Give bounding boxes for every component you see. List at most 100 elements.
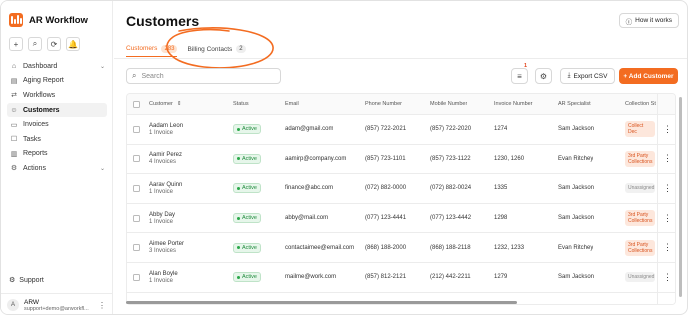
- row-checkbox[interactable]: [133, 273, 140, 281]
- table-row[interactable]: Alan Boyle 1 Invoice Active mailme@work.com…: [127, 263, 675, 293]
- column-header[interactable]: Customer ⇕: [149, 94, 181, 114]
- select-all-checkbox[interactable]: [133, 100, 140, 108]
- row-checkbox[interactable]: [133, 184, 140, 192]
- sidebar-item-label: Reports: [23, 150, 48, 158]
- sidebar-item-invoices[interactable]: ▭ Invoices: [7, 117, 107, 132]
- chart-icon: ▥: [10, 150, 18, 158]
- row-checkbox[interactable]: [133, 214, 140, 222]
- chevron-down-icon[interactable]: ⌄: [100, 63, 105, 70]
- phone-value: (072) 882-0000: [365, 185, 407, 192]
- sort-icon[interactable]: ⇕: [177, 101, 182, 107]
- table-row[interactable]: Aarav Quinn 1 Invoice Active finance@abc.co…: [127, 174, 675, 204]
- customer-name[interactable]: Aamir Perez: [149, 152, 182, 158]
- status-badge: Active: [233, 213, 261, 224]
- customer-name[interactable]: Aarav Quinn: [149, 182, 182, 188]
- customer-cell[interactable]: Alan Boyle 1 Invoice: [149, 263, 178, 292]
- column-header[interactable]: Collection St: [625, 94, 656, 114]
- column-header-label: Customer: [149, 101, 173, 107]
- brand[interactable]: AR Workflow: [9, 13, 88, 27]
- sidebar-item-workflows[interactable]: ⇄ Workflows: [7, 88, 107, 103]
- more-vertical-icon[interactable]: ⋮: [663, 183, 672, 194]
- table-row[interactable]: Aamir Perez 4 Invoices Active aamirp@compan…: [127, 144, 675, 175]
- search-input[interactable]: [141, 72, 262, 80]
- row-actions-cell: ⋮: [657, 115, 675, 144]
- customer-name[interactable]: Alan Boyle: [149, 271, 178, 277]
- mobile-cell: (212) 442-2211: [430, 263, 471, 292]
- column-header[interactable]: Mobile Number: [430, 94, 467, 114]
- more-vertical-icon[interactable]: ⋮: [663, 153, 672, 164]
- sidebar-item-label: Workflows: [23, 91, 56, 99]
- table-row[interactable]: Aimee Porter 3 Invoices Active contactaimee…: [127, 233, 675, 263]
- status-badge: Active: [233, 272, 261, 283]
- search-box[interactable]: ⌕: [126, 68, 281, 84]
- customer-cell[interactable]: Aamir Perez 4 Invoices: [149, 145, 182, 174]
- invoice-value: 1230, 1260: [494, 155, 525, 162]
- row-actions-cell: ⋮: [657, 144, 675, 174]
- status-label: Active: [242, 274, 257, 281]
- search-button[interactable]: ⌕: [28, 37, 42, 51]
- more-vertical-icon[interactable]: ⋮: [663, 124, 672, 135]
- customer-name[interactable]: Abby Day: [149, 212, 175, 218]
- more-vertical-icon[interactable]: ⋮: [98, 301, 106, 310]
- mobile-cell: (857) 722-2020: [430, 115, 471, 144]
- column-header[interactable]: AR Specialist: [558, 94, 591, 114]
- sidebar-item-label: Customers: [23, 106, 60, 114]
- refresh-button[interactable]: ⟳: [47, 37, 61, 51]
- column-header[interactable]: Invoice Number: [494, 94, 533, 114]
- add-button[interactable]: +: [9, 37, 23, 51]
- sidebar-item-customers[interactable]: ☺ Customers: [7, 102, 107, 118]
- customer-cell[interactable]: Aarav Quinn 1 Invoice: [149, 174, 182, 203]
- customer-name[interactable]: Aimee Porter: [149, 241, 184, 247]
- how-it-works-button[interactable]: ⓘ How it works: [618, 13, 679, 28]
- sidebar: AR Workflow + ⌕ ⟳ 🔔 ⌂ Dashboard ⌄ ▤ Aging Repor…: [1, 1, 113, 314]
- bell-button[interactable]: 🔔: [66, 37, 80, 51]
- actions-column-header: [657, 94, 675, 114]
- table-row[interactable]: Abby Day 1 Invoice Active abby@mail.com (077…: [127, 203, 675, 234]
- status-badge: Active: [233, 242, 261, 253]
- collection-status-cell: [625, 293, 655, 304]
- status-label: Active: [242, 244, 257, 251]
- support-link[interactable]: ⚙ Support: [9, 276, 44, 285]
- row-checkbox[interactable]: [133, 125, 140, 133]
- column-header[interactable]: Email: [285, 94, 299, 114]
- user-menu[interactable]: A ARW support+demo@arworkfl... ⋮: [1, 293, 112, 314]
- sidebar-item-actions[interactable]: ⚙ Actions ⌄: [7, 161, 107, 176]
- invoice-value: 1279: [494, 274, 508, 281]
- status-badge: Active: [233, 153, 261, 164]
- horizontal-scrollbar[interactable]: [126, 301, 517, 304]
- mobile-cell: (072) 882-0024: [430, 174, 471, 203]
- status-badge: Active: [233, 124, 261, 135]
- vertical-scrollbar[interactable]: [679, 97, 682, 297]
- sidebar-item-reports[interactable]: ▥ Reports: [7, 147, 107, 162]
- column-header[interactable]: Status: [233, 94, 249, 114]
- table-row[interactable]: Aadam Leon 1 Invoice Active adam@gmail.com (…: [127, 115, 675, 145]
- customer-cell[interactable]: Aimee Porter 3 Invoices: [149, 233, 184, 262]
- invoice-count: 1 Invoice: [149, 129, 174, 136]
- customer-cell[interactable]: Abby Day 1 Invoice: [149, 204, 175, 233]
- add-customer-button[interactable]: + Add Customer: [619, 68, 678, 84]
- sidebar-item-label: Aging Report: [23, 77, 64, 85]
- gear-icon: ⚙: [539, 71, 548, 81]
- customer-name[interactable]: Aadam Leon: [149, 123, 183, 129]
- annotation-circle: [166, 27, 274, 69]
- row-checkbox[interactable]: [133, 244, 140, 252]
- more-vertical-icon[interactable]: ⋮: [663, 272, 672, 283]
- filter-button[interactable]: ≡ 1: [511, 63, 528, 84]
- column-header[interactable]: Phone Number: [365, 94, 402, 114]
- tab-label: Customers: [126, 45, 158, 52]
- specialist-value: Sam Jackson: [558, 185, 595, 192]
- row-checkbox[interactable]: [133, 155, 140, 163]
- chevron-down-icon[interactable]: ⌄: [100, 165, 105, 172]
- email-cell: abby@mail.com: [285, 204, 328, 233]
- filter-icon: ≡: [517, 71, 522, 81]
- customer-cell[interactable]: Aadam Leon 1 Invoice: [149, 115, 183, 144]
- more-vertical-icon[interactable]: ⋮: [663, 242, 672, 253]
- sidebar-item-tasks[interactable]: ☐ Tasks: [7, 132, 107, 147]
- more-vertical-icon[interactable]: ⋮: [663, 213, 672, 224]
- sidebar-item-aging-report[interactable]: ▤ Aging Report: [7, 74, 107, 89]
- sidebar-item-dashboard[interactable]: ⌂ Dashboard ⌄: [7, 59, 107, 74]
- mobile-value: (868) 188-2118: [430, 244, 471, 251]
- collection-status-badge: 3rd Party Collections: [625, 239, 655, 256]
- settings-button[interactable]: ⚙: [535, 68, 552, 84]
- export-csv-button[interactable]: ⤓ Export CSV: [560, 68, 615, 84]
